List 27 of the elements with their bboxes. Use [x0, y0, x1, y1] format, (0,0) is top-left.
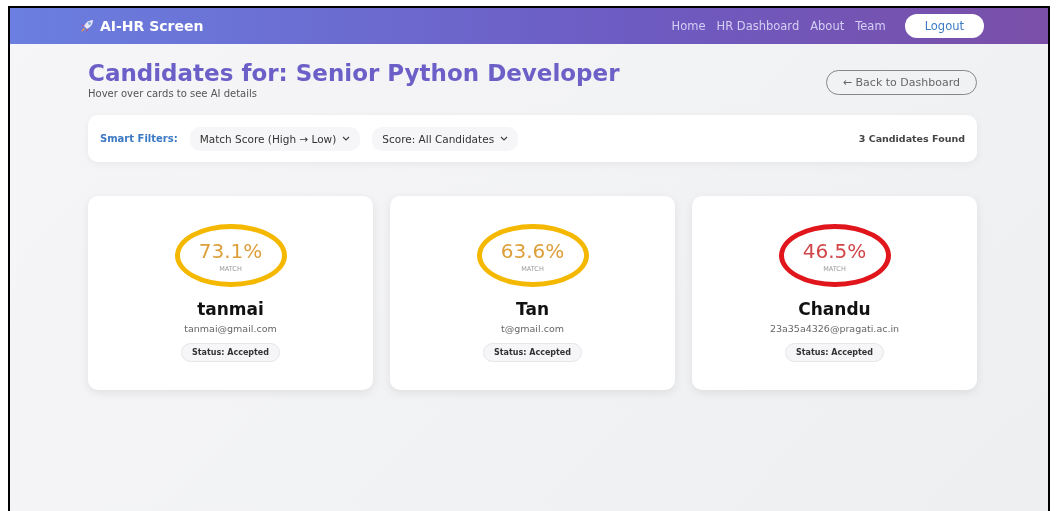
rocket-icon — [80, 19, 94, 33]
chevron-down-icon — [342, 136, 351, 141]
candidate-email: tanmai@gmail.com — [184, 323, 277, 334]
nav-link[interactable]: About — [810, 19, 845, 33]
nav-link[interactable]: Home — [671, 19, 706, 33]
brand-name[interactable]: AI-HR Screen — [100, 18, 204, 34]
nav-link[interactable]: HR Dashboard — [716, 19, 800, 33]
match-score: 46.5% — [802, 238, 867, 263]
match-score: 73.1% — [198, 238, 263, 263]
filter-label: Smart Filters: — [100, 133, 178, 144]
status-badge: Status: Accepted — [784, 343, 885, 362]
filter-dropdown[interactable]: Score: All Candidates — [372, 126, 519, 151]
result-count: 3 Candidates Found — [858, 133, 965, 144]
logout-button[interactable]: Logout — [904, 14, 984, 38]
candidate-email: t@gmail.com — [501, 323, 564, 334]
page-title: Candidates for: Senior Python Developer — [88, 60, 620, 86]
status-badge: Status: Accepted — [180, 343, 281, 362]
candidate-name: Chandu — [798, 299, 871, 319]
match-score: 63.6% — [500, 238, 565, 263]
nav-link[interactable]: Team — [855, 19, 886, 33]
chevron-down-icon — [500, 136, 509, 141]
page-subtitle: Hover over cards to see AI details — [88, 88, 258, 99]
status-badge: Status: Accepted — [482, 343, 583, 362]
candidate-email: 23a35a4326@pragati.ac.in — [769, 323, 900, 334]
candidate-name: tanmai — [197, 299, 264, 319]
filter-dropdown[interactable]: Match Score (High → Low) — [189, 126, 361, 151]
candidate-name: Tan — [516, 299, 549, 319]
